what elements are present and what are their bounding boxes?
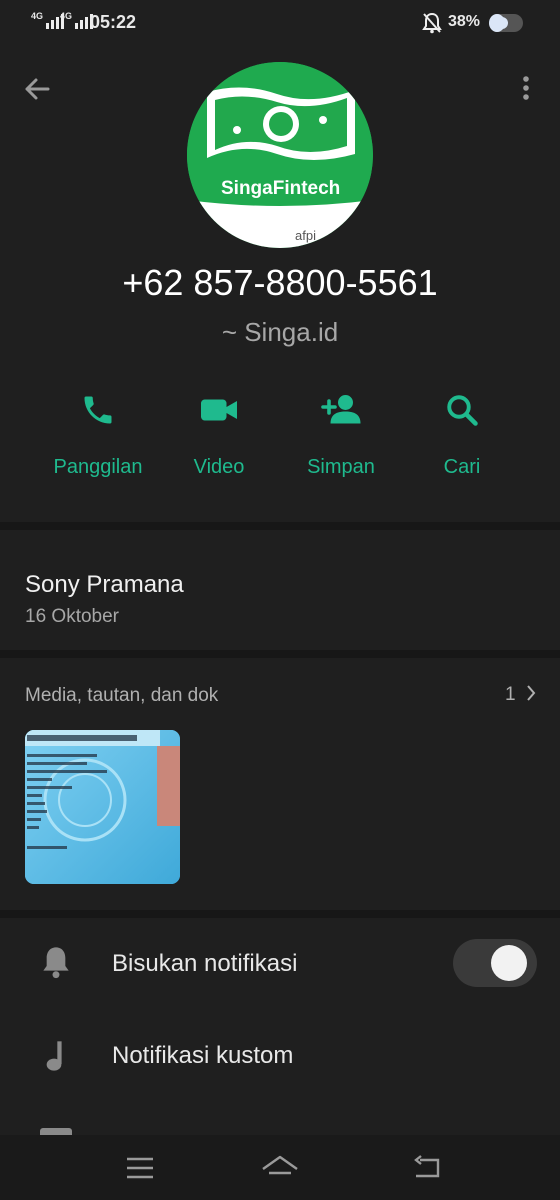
music-note-icon [46,1041,62,1071]
mute-toggle[interactable] [453,939,537,987]
id-card-image [25,730,180,884]
network-type-2: 4G [60,11,73,21]
menu-icon[interactable] [126,1157,154,1179]
add-person-icon [321,395,361,424]
singa-logo: SingaFintech afpi [187,62,373,248]
toggle-knob [491,945,527,981]
contact-alias: ~ Singa.id [221,317,339,347]
divider [0,910,560,918]
contact-actions: Panggilan Video Simpan Cari [0,388,560,498]
contact-avatar[interactable]: SingaFintech afpi [187,62,373,248]
signal-2-icon: 4G [60,11,94,29]
chevron-right-icon [527,685,536,701]
mute-notifications-label: Bisukan notifikasi [112,950,298,977]
status-time: 05:22 [90,12,137,32]
back-arrow-icon[interactable] [22,74,52,104]
search-label: Cari [443,456,481,478]
video-button[interactable]: Video [159,388,279,479]
mute-notifications-row[interactable]: Bisukan notifikasi [0,930,560,998]
call-label: Panggilan [53,456,143,478]
about-text: Sony Pramana [25,571,184,598]
video-camera-icon [201,399,237,421]
bell-icon [43,947,69,979]
battery-icon [489,14,523,32]
media-count[interactable]: 1 [505,684,537,706]
search-button[interactable]: Cari [402,388,522,479]
divider [0,650,560,658]
contact-phone: +62 857-8800-5561 [122,262,438,303]
status-bar: 4G 4G 05:22 38% [0,0,560,44]
media-thumbnail[interactable] [25,730,180,884]
bell-off-icon [422,12,442,34]
svg-text:afpi: afpi [295,228,316,243]
system-nav-bar [0,1135,560,1200]
avatar-text: SingaFintech [221,178,340,199]
custom-notifications-label: Notifikasi kustom [112,1042,294,1069]
media-count-value: 1 [505,684,516,705]
custom-notifications-row[interactable]: Notifikasi kustom [0,1024,560,1092]
media-section-title[interactable]: Media, tautan, dan dok [25,685,218,707]
call-button[interactable]: Panggilan [38,388,158,479]
network-type-1: 4G [31,11,44,21]
save-button[interactable]: Simpan [281,388,401,479]
phone-icon [84,396,112,424]
search-icon [447,395,478,426]
more-options-icon[interactable] [520,74,532,104]
battery-percent: 38% [448,13,481,30]
save-label: Simpan [307,456,375,478]
home-icon[interactable] [260,1153,300,1181]
video-label: Video [193,456,245,478]
divider [0,522,560,530]
about-date: 16 Oktober [25,606,119,627]
back-nav-icon[interactable] [412,1155,442,1181]
